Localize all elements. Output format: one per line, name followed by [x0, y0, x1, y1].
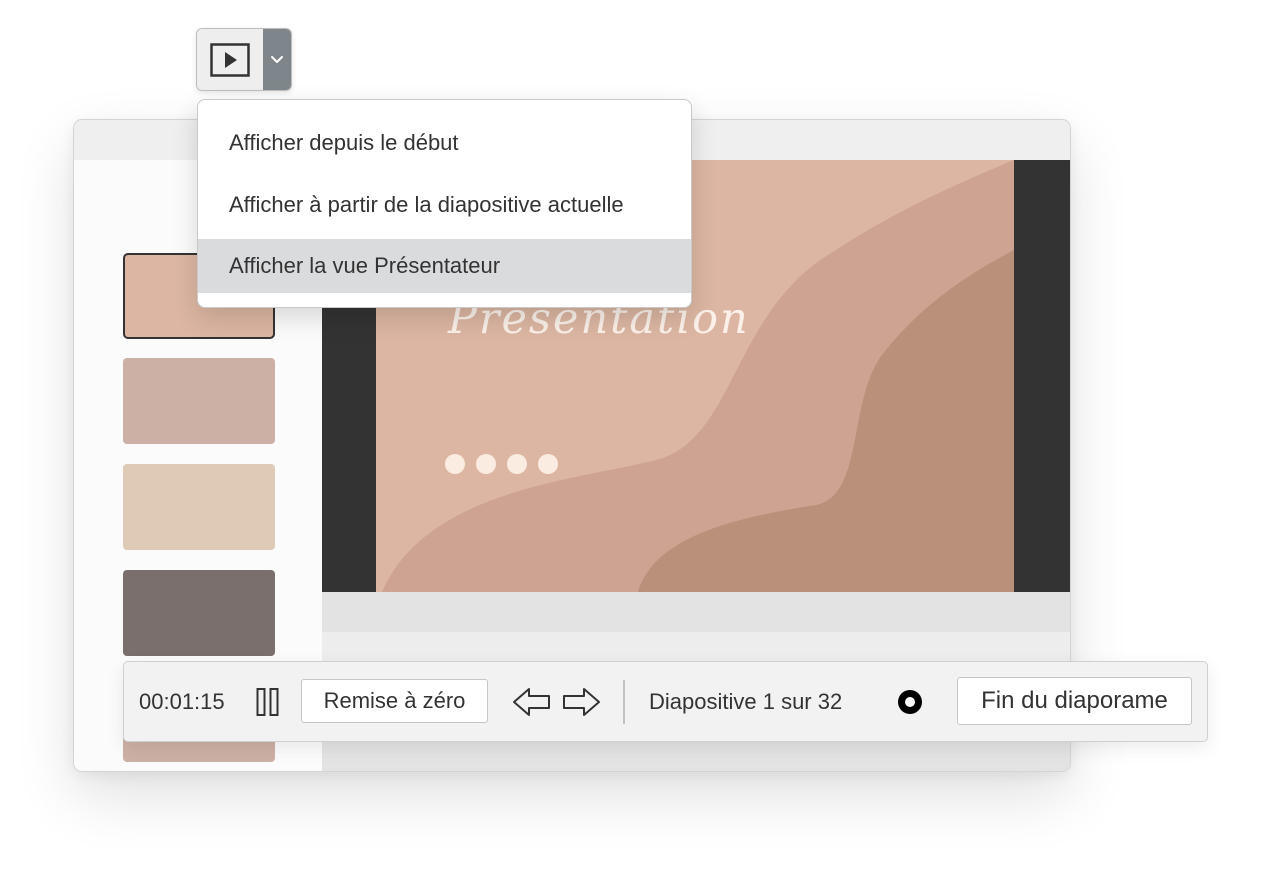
previous-slide-button[interactable] — [512, 662, 552, 741]
next-arrow-icon — [563, 687, 600, 716]
slide-thumbnail-4[interactable] — [123, 570, 275, 656]
slideshow-menu: Afficher depuis le début Afficher à part… — [197, 99, 692, 308]
slide-dot — [538, 454, 558, 474]
slide-thumbnail-3[interactable] — [123, 464, 275, 550]
menu-item-from-current-slide[interactable]: Afficher à partir de la diapositive actu… — [198, 178, 691, 232]
presenter-control-bar: 00:01:15 Remise à zéro Diapositive 1 sur… — [123, 661, 1208, 742]
record-button[interactable] — [897, 662, 923, 741]
menu-item-from-beginning[interactable]: Afficher depuis le début — [198, 116, 691, 170]
record-icon — [898, 689, 922, 714]
pause-button[interactable] — [256, 662, 280, 741]
notes-strip — [322, 592, 1070, 632]
slide-thumbnail-2[interactable] — [123, 358, 275, 444]
prev-arrow-icon — [513, 687, 550, 716]
slide-dot — [445, 454, 465, 474]
end-slideshow-button[interactable]: Fin du diaporame — [957, 677, 1192, 725]
chevron-down-icon — [271, 55, 283, 63]
pause-icon — [256, 687, 279, 716]
slide-dot-row — [445, 454, 558, 474]
slideshow-dropdown-button[interactable] — [263, 29, 291, 90]
slideshow-split-button — [196, 28, 292, 91]
reset-timer-button[interactable]: Remise à zéro — [301, 679, 488, 723]
play-icon — [210, 42, 250, 77]
elapsed-timer: 00:01:15 — [139, 688, 225, 714]
toolbar-divider — [623, 680, 625, 724]
slide-dot — [507, 454, 527, 474]
slide-dot — [476, 454, 496, 474]
slide-counter: Diapositive 1 sur 32 — [649, 688, 843, 714]
play-slideshow-button[interactable] — [197, 29, 263, 90]
notes-area-bottom — [322, 740, 1070, 771]
next-slide-button[interactable] — [561, 662, 601, 741]
menu-item-presenter-view[interactable]: Afficher la vue Présentateur — [198, 239, 691, 293]
